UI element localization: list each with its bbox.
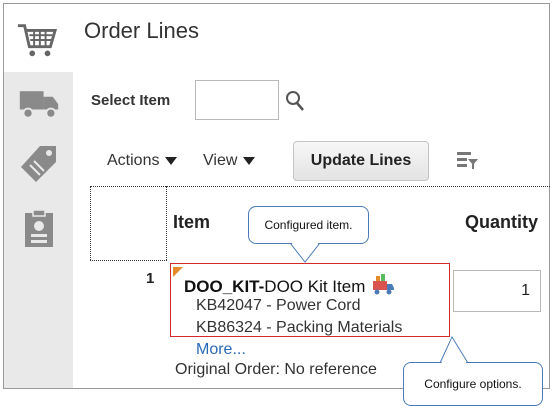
callout-pointer-fill xyxy=(291,242,467,364)
